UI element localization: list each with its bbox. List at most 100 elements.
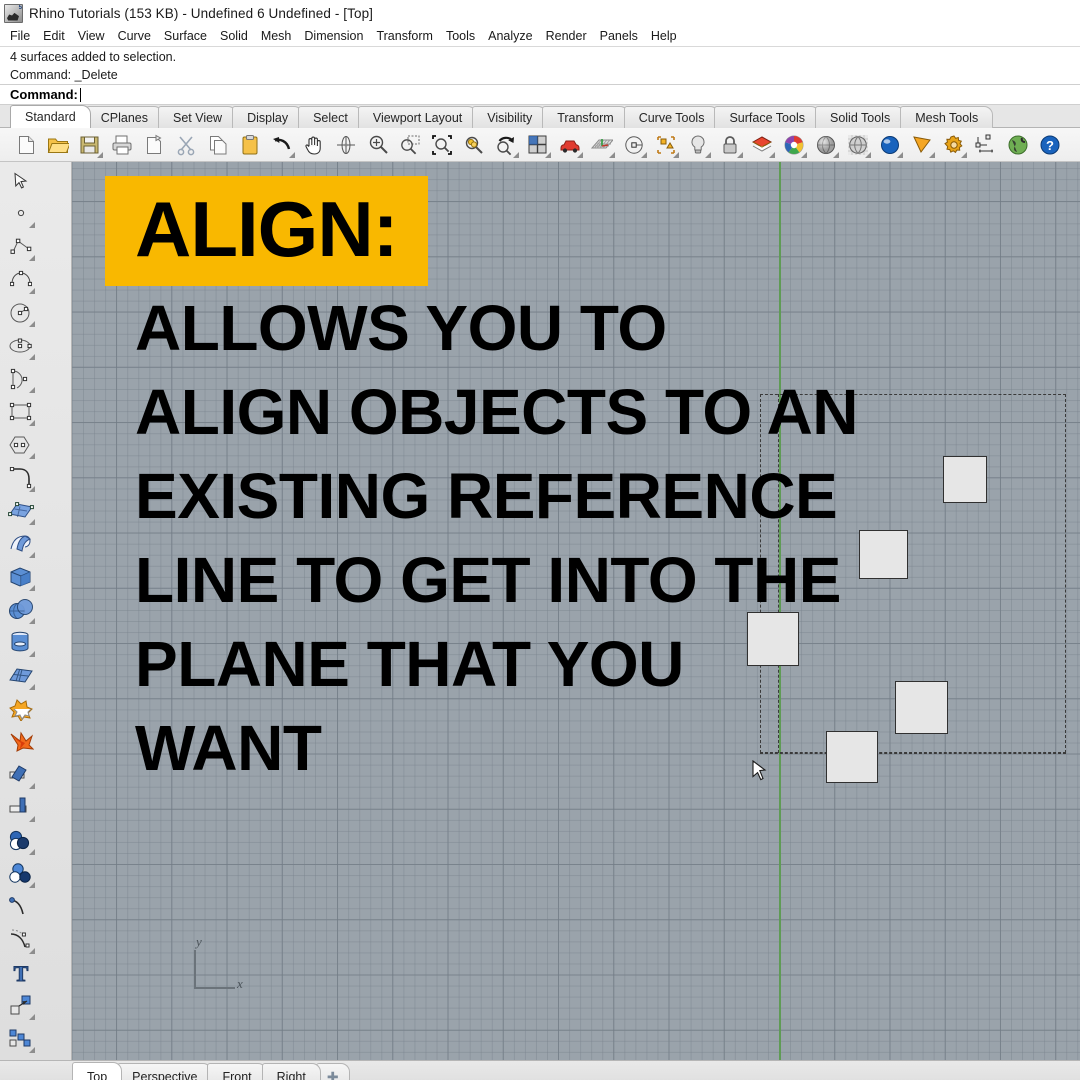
rectangle-icon[interactable]: [4, 395, 37, 428]
tab-set-view[interactable]: Set View: [157, 106, 238, 128]
menu-item-dimension[interactable]: Dimension: [303, 29, 364, 43]
viewport-tab-perspective[interactable]: Perspective: [117, 1063, 213, 1080]
menu-item-tools[interactable]: Tools: [445, 29, 476, 43]
zoom-window-icon[interactable]: [394, 129, 425, 160]
polygon-icon[interactable]: [4, 428, 37, 461]
render-car-icon[interactable]: [554, 129, 585, 160]
menu-item-mesh[interactable]: Mesh: [260, 29, 293, 43]
rotate-object-icon[interactable]: [4, 1055, 37, 1060]
menu-item-edit[interactable]: Edit: [42, 29, 66, 43]
tab-transform[interactable]: Transform: [542, 106, 629, 128]
zoom-selected-icon[interactable]: [458, 129, 489, 160]
new-file-icon[interactable]: [10, 129, 41, 160]
viewport-layout-icon[interactable]: [522, 129, 553, 160]
layer-stack-icon[interactable]: [746, 129, 777, 160]
tab-visibility[interactable]: Visibility: [472, 106, 548, 128]
table-row[interactable]: [895, 681, 948, 734]
set-cplane-origin-icon[interactable]: [618, 129, 649, 160]
menu-item-view[interactable]: View: [77, 29, 106, 43]
copy-array-icon[interactable]: [4, 1022, 37, 1055]
move-object-icon[interactable]: [4, 989, 37, 1022]
open-file-icon[interactable]: [42, 129, 73, 160]
menu-item-surface[interactable]: Surface: [163, 29, 208, 43]
tab-viewport-layout[interactable]: Viewport Layout: [357, 106, 478, 128]
top-viewport[interactable]: ALIGN: ALLOWS YOU TO ALIGN OBJECTS TO AN…: [72, 162, 1080, 1060]
web-browser-icon[interactable]: [1002, 129, 1033, 160]
split-icon[interactable]: [4, 791, 37, 824]
extrude-surface-icon[interactable]: [4, 527, 37, 560]
text-tool-icon[interactable]: T: [4, 956, 37, 989]
tab-surface-tools[interactable]: Surface Tools: [714, 106, 820, 128]
menu-item-file[interactable]: File: [9, 29, 31, 43]
tab-solid-tools[interactable]: Solid Tools: [814, 106, 906, 128]
cplane-grid-icon[interactable]: [586, 129, 617, 160]
color-wheel-icon[interactable]: [778, 129, 809, 160]
cut-scissors-icon[interactable]: [170, 129, 201, 160]
surface-from-points-icon[interactable]: [4, 494, 37, 527]
curve-control-points-icon[interactable]: [4, 263, 37, 296]
trim-icon[interactable]: [4, 758, 37, 791]
light-bulb-icon[interactable]: [682, 129, 713, 160]
zoom-extents-icon[interactable]: [426, 129, 457, 160]
menu-item-render[interactable]: Render: [545, 29, 588, 43]
rendered-sphere-icon[interactable]: [874, 129, 905, 160]
table-row[interactable]: [747, 612, 799, 666]
tab-standard[interactable]: Standard: [10, 105, 91, 128]
viewport-tab-top[interactable]: Top: [72, 1062, 123, 1080]
mesh-plane-icon[interactable]: [4, 659, 37, 692]
table-row[interactable]: [859, 530, 908, 579]
tab-curve-tools[interactable]: Curve Tools: [623, 106, 720, 128]
blend-curve-icon[interactable]: [4, 923, 37, 956]
viewport-tab-right[interactable]: Right: [261, 1063, 321, 1080]
undo-arrow-icon[interactable]: [266, 129, 297, 160]
menu-item-panels[interactable]: Panels: [599, 29, 639, 43]
boolean-difference-icon[interactable]: [4, 824, 37, 857]
tab-cplanes[interactable]: CPlanes: [85, 106, 163, 128]
pan-hand-icon[interactable]: [298, 129, 329, 160]
object-snap-icon[interactable]: [650, 129, 681, 160]
menu-item-solid[interactable]: Solid: [219, 29, 249, 43]
toolbar-tab-strip: Standard CPlanes Set View Display Select…: [0, 104, 1080, 128]
tab-select[interactable]: Select: [298, 106, 363, 128]
options-gear-icon[interactable]: [938, 129, 969, 160]
command-prompt[interactable]: Command:: [0, 84, 1080, 104]
tab-mesh-tools[interactable]: Mesh Tools: [900, 106, 994, 128]
menu-item-help[interactable]: Help: [650, 29, 678, 43]
select-arrow-icon[interactable]: [4, 164, 37, 197]
shaded-sphere-icon[interactable]: [810, 129, 841, 160]
export-icon[interactable]: [138, 129, 169, 160]
dimension-icon[interactable]: [970, 129, 1001, 160]
fillet-curve-icon[interactable]: [4, 461, 37, 494]
arc-icon[interactable]: [4, 362, 37, 395]
menu-item-curve[interactable]: Curve: [117, 29, 152, 43]
table-row[interactable]: [943, 456, 987, 503]
undo-view-change-icon[interactable]: [490, 129, 521, 160]
box-solid-icon[interactable]: [4, 560, 37, 593]
display-mode-cone-icon[interactable]: [906, 129, 937, 160]
tab-display[interactable]: Display: [232, 106, 304, 128]
add-viewport-tab-icon[interactable]: ✚: [315, 1063, 350, 1080]
table-row[interactable]: [826, 731, 878, 783]
sphere-solid-icon[interactable]: [4, 593, 37, 626]
cylinder-solid-icon[interactable]: [4, 626, 37, 659]
boolean-union-icon[interactable]: [4, 692, 37, 725]
rotate-view-icon[interactable]: [330, 129, 361, 160]
circle-icon[interactable]: [4, 296, 37, 329]
print-icon[interactable]: [106, 129, 137, 160]
explode-icon[interactable]: [4, 725, 37, 758]
lock-object-icon[interactable]: [714, 129, 745, 160]
ellipse-icon[interactable]: [4, 329, 37, 362]
zoom-in-out-icon[interactable]: [362, 129, 393, 160]
offset-curve-icon[interactable]: [4, 890, 37, 923]
point-object-icon[interactable]: [4, 197, 37, 230]
polyline-icon[interactable]: [4, 230, 37, 263]
menu-item-transform[interactable]: Transform: [375, 29, 434, 43]
menu-item-analyze[interactable]: Analyze: [487, 29, 533, 43]
viewport-tab-front[interactable]: Front: [207, 1063, 267, 1080]
copy-icon[interactable]: [202, 129, 233, 160]
save-file-icon[interactable]: [74, 129, 105, 160]
help-question-icon[interactable]: ?: [1034, 129, 1065, 160]
paste-clipboard-icon[interactable]: [234, 129, 265, 160]
ghosted-sphere-icon[interactable]: [842, 129, 873, 160]
boolean-intersection-icon[interactable]: [4, 857, 37, 890]
